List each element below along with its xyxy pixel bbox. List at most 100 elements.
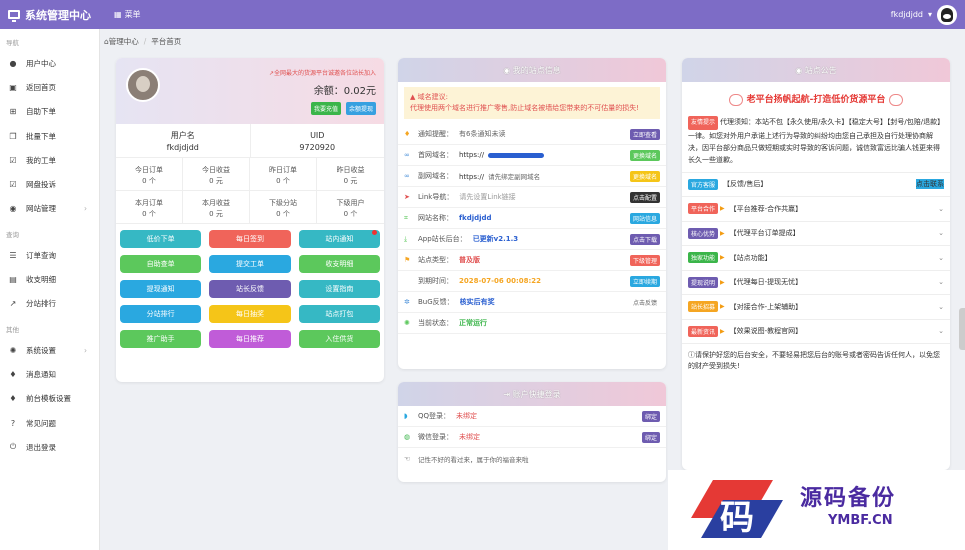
info-value-text: https:// <box>459 151 485 159</box>
sidebar-item-label: 我的工单 <box>26 155 56 165</box>
brand[interactable]: 系统管理中心 <box>0 7 100 23</box>
breadcrumb-home[interactable]: 管理中心 <box>109 37 139 46</box>
notice-row[interactable]: 平台合作 ▶ 【平台推荐-合作共赢】 ⌄ <box>682 197 950 222</box>
person-icon: ● <box>9 58 17 68</box>
sidebar-item[interactable]: ▣ 返回首页 <box>0 75 99 99</box>
wallet-icon: ▤ <box>9 275 17 285</box>
user-card: ↗全网最大的货源平台诚邀各位站长加入 余额：0.02元 我要充值 余额提现 用户… <box>116 58 384 382</box>
avatar <box>126 68 160 102</box>
stat-cell: 本月订单 0 个 <box>116 191 183 224</box>
sidebar-item[interactable]: ♦ 消息通知 <box>0 362 99 386</box>
hot-icon: ▶ <box>720 278 725 286</box>
info-action-button[interactable]: 立即查看 <box>629 128 660 140</box>
sidebar-item[interactable]: ✺ 系统设置 › <box>0 338 99 362</box>
info-row: ⌗ 网站名称： fkdjdjdd 网站信息 <box>398 208 666 229</box>
power-icon: ⏻ <box>9 442 17 452</box>
sidebar-item[interactable]: ☑ 我的工单 <box>0 148 99 172</box>
notice-row[interactable]: 提现说明 ▶ 【代理每日-提现无忧】 ⌄ <box>682 271 950 295</box>
info-label: 站点类型： <box>418 256 453 264</box>
notice-row[interactable]: 站长招募 ▶ 【对接合作-上架辅助】 ⌄ <box>682 295 950 320</box>
quick-button[interactable]: 自助查单 <box>120 255 202 273</box>
recharge-button[interactable]: 我要充值 <box>310 102 341 115</box>
quick-login-card: ⇥ 账户快捷登录 ◗ QQ登录： 未绑定 绑定 ◍ 微信登录： 未绑定 绑定 ☜ 记性不好的看过… <box>398 382 666 482</box>
sidebar-item[interactable]: ❐ 批量下单 <box>0 124 99 148</box>
info-value: fkdjdjdd <box>459 214 630 222</box>
info-hint: 请先绑定副网域名 <box>488 173 541 181</box>
quick-button[interactable]: 每日签到 <box>209 230 291 248</box>
sidebar-item-label: 批量下单 <box>26 131 56 141</box>
login-row: ◗ QQ登录： 未绑定 绑定 <box>398 406 666 427</box>
sidebar-item-label: 自助下单 <box>26 107 56 117</box>
user-menu[interactable]: fkdjdjdd ▾ <box>891 4 965 25</box>
notice-row[interactable]: 独家功能 ▶ 【站点功能】 ⌄ <box>682 246 950 271</box>
sidebar-item[interactable]: ⏻ 退出登录 <box>0 435 99 459</box>
sidebar-item[interactable]: ☑ 网盘投诉 <box>0 172 99 196</box>
quick-button[interactable]: 站点打包 <box>298 305 380 323</box>
sidebar-item[interactable]: ▤ 收支明细 <box>0 267 99 291</box>
sidebar-item[interactable]: ♦ 前台模板设置 <box>0 387 99 411</box>
info-action-button[interactable]: 点击反馈 <box>630 297 660 308</box>
info-action-button[interactable]: 下级管理 <box>629 254 660 266</box>
question-icon: ? <box>10 418 16 428</box>
info-value-text: https:// <box>459 173 485 181</box>
login-status: 未绑定 <box>456 412 478 420</box>
withdraw-button[interactable]: 余额提现 <box>345 102 376 115</box>
copy-icon: ❐ <box>9 131 17 141</box>
notice-row[interactable]: 官方客服 【反馈/售后】 点击联系 <box>682 173 950 197</box>
quick-login-note: ☜ 记性不好的看过来，属于你的福音来啦 <box>404 454 529 464</box>
quick-button-label: 低价下单 <box>146 235 175 243</box>
sidebar-section-label: 其他 <box>6 325 19 334</box>
sidebar-item-label: 网盘投诉 <box>26 180 56 190</box>
sidebar-item[interactable]: ● 用户中心 <box>0 51 99 75</box>
quick-button[interactable]: 每日抽奖 <box>209 305 291 323</box>
quick-button[interactable]: 站内通知 <box>298 230 380 248</box>
globe-icon: ◉ <box>9 204 17 214</box>
quick-button[interactable]: 提现通知 <box>120 280 202 298</box>
notice-row[interactable]: 最新资讯 ▶ 【效果说图-教程官网】 ⌄ <box>682 320 950 344</box>
notice-row[interactable]: 核心优势 ▶ 【代理平台订单提成】 ⌄ <box>682 222 950 246</box>
sidebar-item[interactable]: ? 常见问题 <box>0 411 99 435</box>
info-value: 2028-07-06 00:08:22 <box>459 277 630 285</box>
notice-tag: 提现说明 <box>688 276 719 288</box>
info-action-button[interactable]: 点击下载 <box>629 233 660 245</box>
chevron-down-icon: ⌄ <box>938 327 944 336</box>
info-value: 普及版 <box>459 255 630 265</box>
quick-button[interactable]: 收支明细 <box>298 255 380 273</box>
info-label: 首网域名： <box>418 151 453 159</box>
quick-button[interactable]: 推广助手 <box>120 330 202 348</box>
info-action-button[interactable]: 点击配置 <box>629 191 660 203</box>
quick-button[interactable]: 提交工单 <box>209 255 291 273</box>
sidebar-item-label: 用户中心 <box>26 58 56 68</box>
info-value-text: 核实后有奖 <box>459 298 495 306</box>
rabbit-icon <box>728 93 743 106</box>
tag-icon: ⌗ <box>404 213 408 222</box>
notice-title: ◉ 站点公告 <box>682 58 950 82</box>
quick-button[interactable]: 入住供货 <box>298 330 380 348</box>
quick-button-label: 提现通知 <box>146 285 175 293</box>
info-row: ⤓ App站长后台： 已更新v2.1.3 点击下载 <box>398 229 666 250</box>
link-icon: ∞ <box>404 151 410 159</box>
masked-domain <box>488 152 545 158</box>
info-value-text: fkdjdjdd <box>459 214 492 222</box>
menu-button[interactable]: ▦ 菜单 <box>114 9 141 20</box>
quick-button-label: 设置指南 <box>325 285 354 293</box>
quick-button[interactable]: 每日推荐 <box>209 330 291 348</box>
info-action-button[interactable]: 更换域名 <box>629 170 660 182</box>
sidebar-item[interactable]: ↗ 分站排行 <box>0 292 99 316</box>
sidebar-item[interactable]: ◉ 网站管理 › <box>0 197 99 221</box>
contact-button[interactable]: 点击联系 <box>916 179 944 190</box>
info-action-button[interactable]: 网站信息 <box>629 212 660 224</box>
bind-button[interactable]: 绑定 <box>641 431 660 443</box>
quick-button[interactable]: 分站排行 <box>120 305 202 323</box>
info-action-button[interactable]: 更换域名 <box>629 149 660 161</box>
info-action-button[interactable]: 立即续期 <box>629 275 660 287</box>
sidebar-item-label: 分站排行 <box>26 299 56 309</box>
quick-button[interactable]: 站长反馈 <box>209 280 291 298</box>
sidebar-item[interactable]: ⊞ 自助下单 <box>0 100 99 124</box>
side-handle[interactable] <box>959 308 965 350</box>
grid-icon: ▦ <box>114 10 122 19</box>
quick-button[interactable]: 低价下单 <box>120 230 202 248</box>
quick-button[interactable]: 设置指南 <box>298 280 380 298</box>
sidebar-item[interactable]: ☰ 订单查询 <box>0 243 99 267</box>
bind-button[interactable]: 绑定 <box>641 410 660 422</box>
